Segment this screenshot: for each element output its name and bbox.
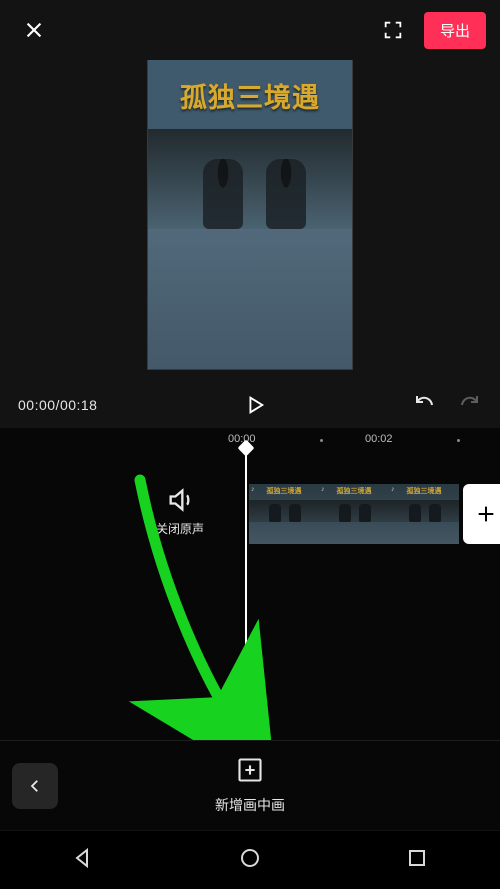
- preview-area: 抖音 抖音 孤独三境遇: [0, 8, 500, 378]
- video-track[interactable]: ♪ 孤独三境遇 ♪ 孤独三境遇 ♪ 孤独三境遇: [247, 482, 500, 546]
- preview-title-text: 孤独三境遇: [180, 76, 320, 115]
- preview-title-band: 孤独三境遇: [148, 55, 352, 135]
- circle-home-icon: [238, 846, 262, 870]
- plus-icon: [475, 503, 497, 525]
- total-time: 00:18: [60, 397, 98, 413]
- clip-thumbnail[interactable]: ♪ 孤独三境遇: [389, 484, 459, 544]
- undo-button[interactable]: [412, 392, 436, 419]
- redo-button[interactable]: [458, 392, 482, 419]
- fullscreen-icon: [382, 19, 404, 41]
- clip-thumbnail[interactable]: ♪ 孤独三境遇: [319, 484, 389, 544]
- close-icon: [23, 19, 45, 41]
- timecode: 00:00/00:18: [18, 397, 97, 413]
- ruler-tick: [320, 439, 323, 442]
- playback-bar: 00:00/00:18: [0, 382, 500, 428]
- nav-home-button[interactable]: [238, 846, 262, 875]
- ruler-tick: [457, 439, 460, 442]
- plus-box-icon: [236, 756, 264, 784]
- toolbar-back-button[interactable]: [12, 763, 58, 809]
- preview-scene: [148, 129, 352, 229]
- current-time: 00:00: [18, 397, 56, 413]
- export-button[interactable]: 导出: [424, 12, 486, 49]
- preview-below: [148, 229, 352, 369]
- timeline[interactable]: 00:00 00:02 关闭原声 ♪ 孤独三境遇 ♪ 孤独三境遇 ♪ 孤独三: [0, 428, 500, 740]
- close-button[interactable]: [14, 10, 54, 50]
- clip-mini-title: 孤独三境遇: [249, 486, 319, 496]
- mute-original-audio[interactable]: 关闭原声: [156, 486, 204, 537]
- clip-mini-title: 孤独三境遇: [389, 486, 459, 496]
- clip-mini-title: 孤独三境遇: [319, 486, 389, 496]
- fullscreen-button[interactable]: [376, 13, 410, 47]
- play-button[interactable]: [97, 394, 412, 416]
- video-preview[interactable]: 抖音 抖音 孤独三境遇: [147, 8, 353, 370]
- triangle-back-icon: [71, 846, 95, 870]
- bottom-toolbar: 新增画中画: [0, 740, 500, 830]
- add-pip-label: 新增画中画: [215, 795, 285, 815]
- redo-icon: [458, 392, 482, 416]
- nav-back-button[interactable]: [71, 846, 95, 875]
- top-bar: 导出: [0, 0, 500, 60]
- undo-icon: [412, 392, 436, 416]
- system-nav-bar: [0, 831, 500, 889]
- play-icon: [244, 394, 266, 416]
- chevron-left-icon: [26, 777, 44, 795]
- square-recent-icon: [405, 846, 429, 870]
- add-clip-button[interactable]: [463, 484, 500, 544]
- clip-thumbnail[interactable]: ♪ 孤独三境遇: [249, 484, 319, 544]
- mute-label: 关闭原声: [156, 520, 204, 537]
- ruler-mark: 00:02: [365, 433, 393, 445]
- speaker-icon: [166, 486, 194, 514]
- nav-recent-button[interactable]: [405, 846, 429, 875]
- add-pip-button[interactable]: 新增画中画: [0, 756, 500, 815]
